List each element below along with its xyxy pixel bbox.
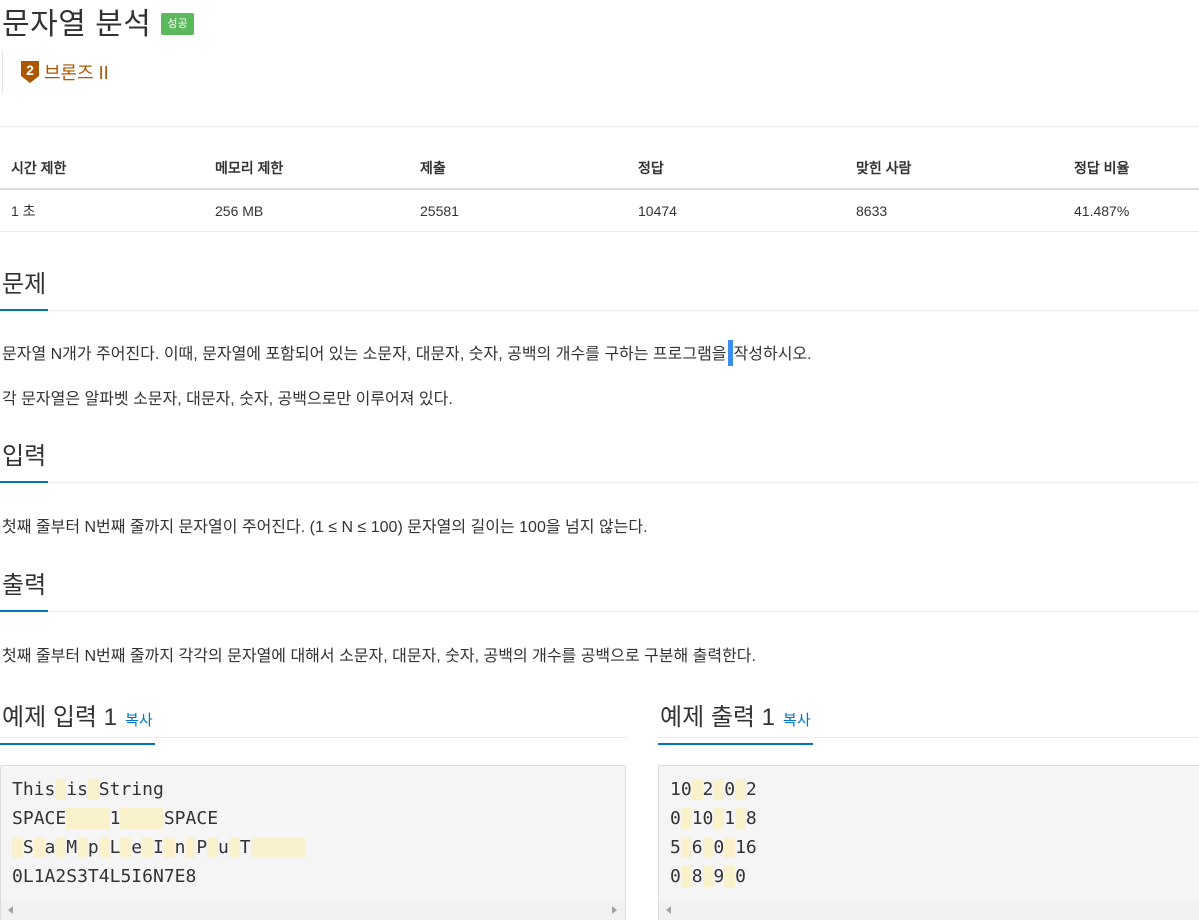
sample-output-heading: 예제 출력 1 xyxy=(660,704,776,731)
horizontal-scrollbar[interactable] xyxy=(659,901,1199,920)
sample-output-box[interactable]: 10 2 0 2 0 10 1 8 5 6 0 16 0 8 9 0 xyxy=(658,765,1199,920)
table-header-row: 시간 제한 메모리 제한 제출 정답 맞힌 사람 정답 비율 xyxy=(0,148,1199,190)
text-cursor xyxy=(727,340,733,366)
sample-input-line: This is String xyxy=(12,779,164,800)
sample-input-header: 예제 입력 1 복사 xyxy=(0,697,627,745)
sample-input-lines: This is String SPACE 1 SPACE S a M p L e … xyxy=(1,766,625,891)
problem-description-1: 문자열 N개가 주어진다. 이때, 문자열에 포함되어 있는 소문자, 대문자,… xyxy=(2,340,812,366)
status-badge: 성공 xyxy=(161,13,194,35)
tier-box: 2 브론즈 II xyxy=(2,50,109,94)
tier-number: 2 xyxy=(26,62,34,78)
table-row: 1 초 256 MB 25581 10474 8633 41.487% xyxy=(0,189,1199,232)
sample-input-line: 0L1A2S3T4L5I6N7E8 xyxy=(12,866,197,887)
sample-input-title-wrap: 예제 입력 1 복사 xyxy=(0,697,155,745)
scroll-left-arrow-icon[interactable] xyxy=(8,906,13,914)
scroll-left-arrow-icon[interactable] xyxy=(666,906,671,914)
problem-info-table: 시간 제한 메모리 제한 제출 정답 맞힌 사람 정답 비율 1 초 256 M… xyxy=(0,148,1199,232)
input-section-header: 입력 xyxy=(0,436,1199,483)
accept-ratio-value: 41.487% xyxy=(1063,189,1199,232)
sample-input-box[interactable]: This is String SPACE 1 SPACE S a M p L e … xyxy=(0,765,626,920)
sample-output-line: 0 10 1 8 xyxy=(670,808,757,829)
copy-sample-input-button[interactable]: 복사 xyxy=(125,712,153,729)
memory-limit-value: 256 MB xyxy=(204,189,409,232)
sample-input-line: S a M p L e I n P u T xyxy=(1,833,625,862)
output-section-header: 출력 xyxy=(0,565,1199,612)
accepted-header: 정답 xyxy=(627,148,845,190)
sample-output-title-wrap: 예제 출력 1 복사 xyxy=(658,697,813,745)
problem-section-header: 문제 xyxy=(0,264,1199,311)
submissions-value[interactable]: 25581 xyxy=(409,189,627,232)
problem-heading: 문제 xyxy=(0,264,49,311)
sample-input-line: SPACE 1 SPACE xyxy=(12,808,219,829)
input-heading: 입력 xyxy=(0,436,49,483)
horizontal-scrollbar[interactable] xyxy=(1,901,625,920)
problem-title: 문자열 분석 xyxy=(2,8,152,41)
accept-ratio-header: 정답 비율 xyxy=(1063,148,1199,190)
tier-label[interactable]: 브론즈 II xyxy=(44,59,109,85)
submissions-header: 제출 xyxy=(409,148,627,190)
scroll-right-arrow-icon[interactable] xyxy=(612,906,617,914)
output-heading: 출력 xyxy=(0,565,49,612)
copy-sample-output-button[interactable]: 복사 xyxy=(783,712,811,729)
solvers-header: 맞힌 사람 xyxy=(845,148,1063,190)
input-description: 첫째 줄부터 N번째 줄까지 문자열이 주어진다. (1 ≤ N ≤ 100) … xyxy=(2,519,648,536)
memory-limit-header: 메모리 제한 xyxy=(204,148,409,190)
title-row: 문자열 분석 성공 xyxy=(2,0,194,42)
time-limit-value: 1 초 xyxy=(0,189,204,232)
tier-badge-icon: 2 xyxy=(21,61,39,83)
sample-output-line: 5 6 0 16 xyxy=(670,837,757,858)
sample-output-lines: 10 2 0 2 0 10 1 8 5 6 0 16 0 8 9 0 xyxy=(659,766,1199,891)
sample-output-line: 0 8 9 0 xyxy=(670,866,746,887)
output-description: 첫째 줄부터 N번째 줄까지 각각의 문자열에 대해서 소문자, 대문자, 숫자… xyxy=(2,648,756,665)
problem-text-part2: 작성하시오. xyxy=(733,346,812,363)
accepted-value[interactable]: 10474 xyxy=(627,189,845,232)
sample-output-line: 10 2 0 2 xyxy=(670,779,757,800)
problem-text-part1: 문자열 N개가 주어진다. 이때, 문자열에 포함되어 있는 소문자, 대문자,… xyxy=(2,346,727,363)
solvers-value[interactable]: 8633 xyxy=(845,189,1063,232)
problem-description-2: 각 문자열은 알파벳 소문자, 대문자, 숫자, 공백으로만 이루어져 있다. xyxy=(2,391,453,408)
sample-output-header: 예제 출력 1 복사 xyxy=(658,697,1199,745)
divider xyxy=(0,126,1199,127)
time-limit-header: 시간 제한 xyxy=(0,148,204,190)
sample-input-heading: 예제 입력 1 xyxy=(2,704,118,731)
